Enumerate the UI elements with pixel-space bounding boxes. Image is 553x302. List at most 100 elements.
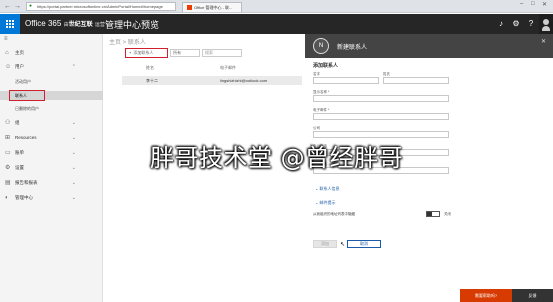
plus-icon: +	[129, 50, 132, 55]
home-icon: ⌂	[5, 50, 9, 56]
chevron-down-icon: ⌄	[71, 135, 76, 141]
back-button[interactable]: ←	[3, 2, 12, 11]
chevron-up-icon: ⌃	[71, 64, 76, 70]
nav-item-label: 管理中心	[15, 195, 33, 200]
brand: Office 365 由世纪互联 运营	[25, 19, 105, 28]
filter-dropdown[interactable]: 所有	[170, 49, 200, 57]
nav-sub-active-users[interactable]: 活动用户	[0, 77, 103, 86]
nav-item-admin-centers[interactable]: ◐ 管理中心 ⌄	[0, 193, 103, 203]
nav-item-label: 用户	[15, 64, 24, 69]
maximize-icon[interactable]: □	[531, 1, 535, 7]
breadcrumb: 主页 > 联系人	[109, 40, 146, 46]
left-nav: ≡ ⌂ 主页 ☺ 用户 ⌃ 活动用户 联系人 已删除的用户 ⚇ 组 ⌄ ⊞ Re…	[0, 34, 103, 302]
nav-item-groups[interactable]: ⚇ 组 ⌄	[0, 118, 103, 128]
chevron-down-icon: ⌄	[71, 180, 76, 186]
panel-title: 新建联系人	[337, 45, 368, 51]
nav-item-label: 报告和报表	[15, 180, 38, 185]
close-icon[interactable]: ✕	[541, 38, 546, 45]
browser-chrome: ← → ● https://portal.partner.microsofton…	[0, 0, 553, 13]
help-label: 需要帮助吗?	[474, 293, 498, 298]
save-button[interactable]: 添加	[313, 240, 337, 248]
table-row[interactable]: 李十二 lingshizhizhi@outlook.com	[122, 76, 302, 85]
nav-item-reports[interactable]: ▤ 报告和报表 ⌄	[0, 178, 103, 188]
hide-from-list-toggle[interactable]	[426, 211, 440, 217]
toggle-state: 关闭	[444, 212, 451, 216]
group-icon: ⚇	[5, 120, 11, 126]
gear-icon[interactable]: ⚙	[509, 14, 523, 34]
notification-icon[interactable]: ♪	[494, 14, 508, 34]
first-name-field[interactable]	[313, 77, 379, 84]
cell-name: 李十二	[146, 78, 158, 83]
feedback-button[interactable]: 反馈	[512, 289, 553, 302]
filter-value: 所有	[173, 50, 181, 55]
feedback-label: 反馈	[528, 293, 537, 298]
nav-item-label: 主页	[15, 50, 24, 55]
brand-suffix: 运营	[94, 22, 105, 28]
reports-icon: ▤	[5, 180, 11, 186]
office-icon	[187, 5, 192, 11]
help-icon[interactable]: ?	[524, 14, 538, 34]
nav-item-label: 账单	[15, 150, 24, 155]
menu-icon[interactable]: ≡	[4, 36, 8, 42]
close-window-icon[interactable]: ✕	[542, 1, 547, 8]
last-name-field[interactable]	[383, 77, 449, 84]
table-header: 姓名 电子邮件	[122, 65, 302, 73]
tab-label: Office 管理中心 - 联...	[194, 5, 233, 10]
email-field[interactable]	[313, 113, 449, 120]
contacts-highlight	[9, 90, 45, 101]
minimize-icon[interactable]: –	[520, 1, 523, 7]
resources-icon: ⊞	[5, 135, 11, 141]
nav-item-label: 设置	[15, 165, 24, 170]
nav-item-settings[interactable]: ⚙ 设置 ⌄	[0, 163, 103, 173]
avatar[interactable]	[539, 14, 553, 34]
suite-title: 管理中心预览	[105, 20, 160, 30]
nav-item-label: 组	[15, 120, 20, 125]
billing-icon: ▭	[5, 150, 11, 156]
admin-icon: ◐	[5, 195, 9, 201]
brand-bold: 世纪互联	[68, 22, 93, 28]
cell-email: lingshizhizhi@outlook.com	[220, 78, 268, 83]
contact-info-section[interactable]: ⌄ 联系人信息	[315, 186, 339, 192]
nav-sub-label: 已删除的用户	[15, 106, 39, 111]
suite-bar: Office 365 由世纪互联 运营 管理中心预览 ♪ ⚙ ?	[0, 14, 553, 34]
browser-tab[interactable]: Office 管理中心 - 联...	[182, 2, 242, 12]
contact-info-label: 联系人信息	[319, 186, 340, 191]
nav-item-billing[interactable]: ▭ 账单 ⌄	[0, 148, 103, 158]
panel-subtitle: 添加联系人	[313, 63, 339, 69]
person-icon: ☺	[5, 64, 12, 70]
address-text: https://portal.partner.microsoftonline.c…	[37, 4, 163, 9]
toolbar: + 添加联系人 所有 搜索	[104, 48, 305, 58]
nav-item-label: Resources	[15, 135, 37, 140]
search-placeholder: 搜索	[205, 50, 213, 55]
cancel-button[interactable]: 取消	[347, 240, 381, 248]
search-input[interactable]: 搜索	[202, 49, 242, 57]
contact-avatar: N	[313, 38, 329, 54]
chevron-down-icon: ⌄	[71, 150, 76, 156]
display-name-field[interactable]	[313, 95, 449, 102]
bottom-bar: 需要帮助吗? 反馈	[460, 289, 553, 302]
column-header-name[interactable]: 姓名	[146, 65, 154, 71]
column-header-email[interactable]: 电子邮件	[220, 65, 236, 71]
hide-from-list-label: 从我组织的地址列表中隐藏	[313, 212, 355, 216]
watermark-text: 胖哥技术堂 @曾经胖哥	[150, 144, 404, 172]
settings-icon: ⚙	[5, 165, 11, 171]
waffle-icon	[6, 20, 14, 28]
chevron-down-icon: ⌄	[71, 195, 76, 201]
nav-item-resources[interactable]: ⊞ Resources ⌄	[0, 133, 103, 143]
company-field[interactable]	[313, 131, 449, 138]
need-help-button[interactable]: 需要帮助吗?	[460, 289, 512, 302]
nav-sub-deleted-users[interactable]: 已删除的用户	[0, 104, 103, 113]
cursor-icon: ↖	[340, 242, 346, 248]
address-bar[interactable]: ● https://portal.partner.microsoftonline…	[26, 2, 176, 11]
add-contact-button[interactable]: + 添加联系人	[125, 48, 168, 58]
nav-item-home[interactable]: ⌂ 主页	[0, 48, 103, 58]
nav-item-users[interactable]: ☺ 用户 ⌃	[0, 62, 103, 72]
brand-prefix: Office 365	[25, 19, 62, 28]
lock-icon: ●	[29, 3, 33, 9]
chevron-down-icon: ⌄	[71, 120, 76, 126]
add-contact-label: 添加联系人	[133, 50, 154, 55]
forward-button[interactable]: →	[13, 2, 22, 11]
mail-tips-section[interactable]: ⌄ 邮件提示	[315, 200, 335, 206]
app-launcher-button[interactable]	[0, 14, 20, 34]
mail-tips-label: 邮件提示	[319, 200, 336, 205]
